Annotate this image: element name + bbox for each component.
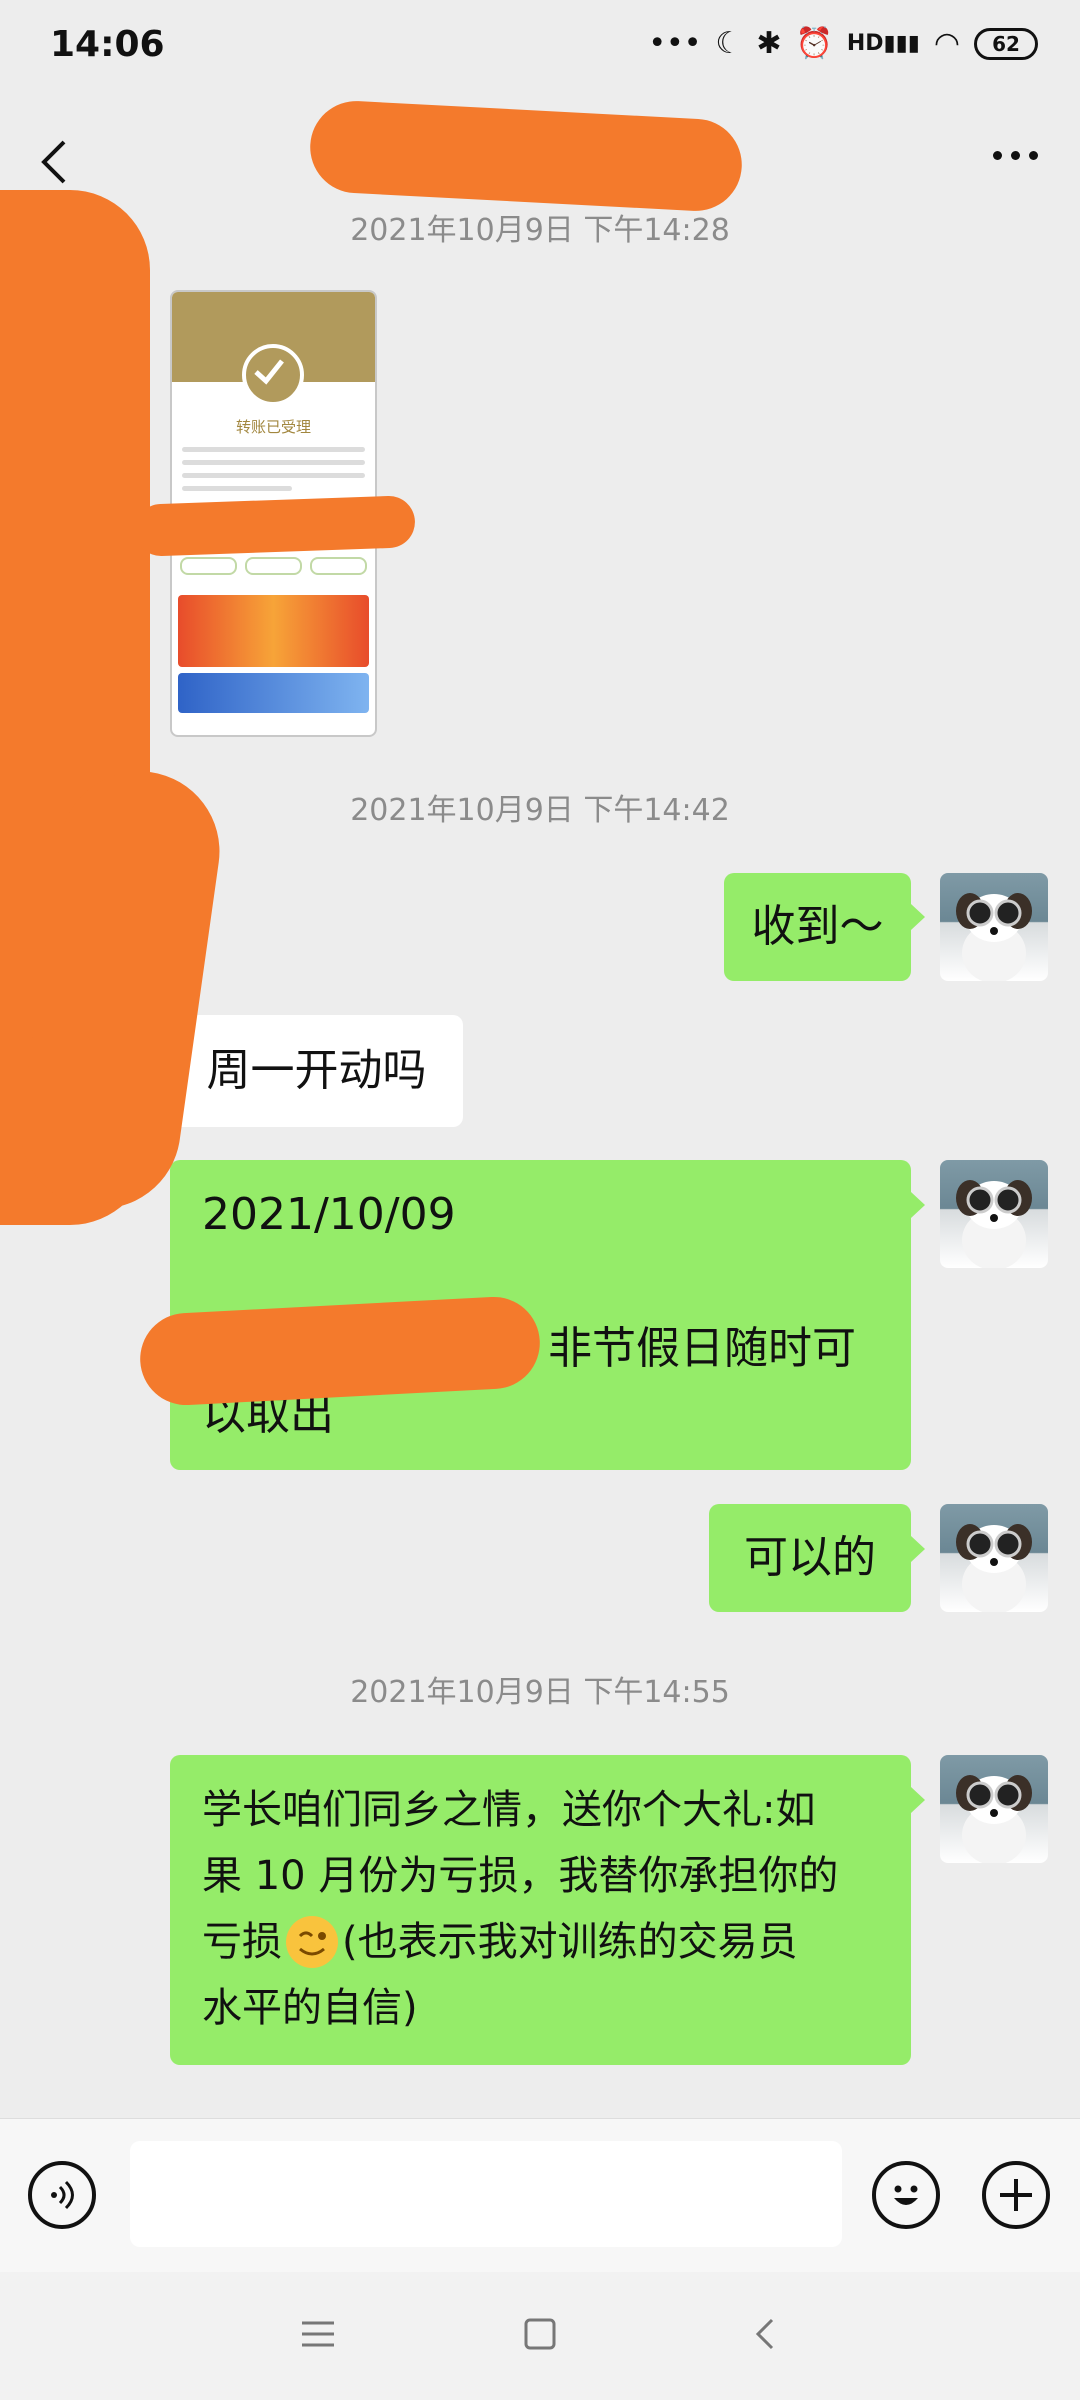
message-text: 非节假日随时可 xyxy=(548,1323,856,1374)
image-header xyxy=(172,292,375,406)
wifi-icon: ◠ xyxy=(933,26,960,61)
bubble-tail xyxy=(911,904,925,930)
avatar[interactable] xyxy=(940,1160,1048,1268)
message-input[interactable] xyxy=(130,2141,842,2247)
plus-icon[interactable] xyxy=(982,2161,1050,2229)
wink-emoji-icon xyxy=(286,1916,338,1968)
message-text: (也表示我对训练的交易员 xyxy=(342,1919,798,1965)
more-dots-icon[interactable] xyxy=(993,151,1038,160)
home-icon[interactable] xyxy=(522,2316,558,2356)
back-icon[interactable] xyxy=(748,2316,784,2356)
moon-icon: ☾ xyxy=(715,26,743,61)
image-title: 转账已受理 xyxy=(235,418,311,436)
status-bar: 14:06 ••• ☾ ✱ ⏰ HD▮▮▮ ◠ 62 xyxy=(0,0,1080,96)
image-banner xyxy=(178,595,369,667)
avatar[interactable] xyxy=(940,1504,1048,1612)
message-text-with-emoji: 亏损 (也表示我对训练的交易员 xyxy=(202,1909,798,1975)
voice-icon[interactable] xyxy=(28,2161,96,2229)
menu-icon[interactable] xyxy=(300,2316,336,2356)
message-text: 亏损 xyxy=(202,1919,282,1965)
message-bubble-sent[interactable]: 收到～ xyxy=(724,873,911,981)
checkmark-icon xyxy=(242,344,304,406)
status-icons: ••• ☾ ✱ ⏰ HD▮▮▮ ◠ 62 xyxy=(648,26,1038,61)
message-text: 2021/10/09 xyxy=(202,1189,456,1240)
avatar[interactable] xyxy=(940,1755,1048,1863)
message-text: 收到～ xyxy=(751,901,884,952)
timestamp: 2021年10月9日 下午14:55 xyxy=(350,1675,730,1710)
message-text: 可以的 xyxy=(744,1532,876,1583)
timestamp: 2021年10月9日 下午14:28 xyxy=(350,213,730,248)
message-text: 水平的自信) xyxy=(202,1985,418,2031)
image-pills xyxy=(180,557,367,575)
system-nav-bar xyxy=(0,2272,1080,2400)
bubble-tail xyxy=(911,1192,925,1218)
message-text: 果 10 月份为亏损，我替你承担你的 xyxy=(202,1853,839,1899)
battery-indicator: 62 xyxy=(974,27,1038,60)
image-banner xyxy=(178,673,369,713)
input-bar xyxy=(0,2118,1080,2273)
bubble-tail xyxy=(911,1536,925,1562)
message-text: 学长咱们同乡之情，送你个大礼:如 xyxy=(202,1787,816,1833)
status-time: 14:06 xyxy=(50,24,165,65)
image-text-lines xyxy=(182,447,365,491)
message-bubble-received[interactable]: 周一开动吗 xyxy=(170,1015,463,1127)
avatar[interactable] xyxy=(940,873,1048,981)
redaction-mark xyxy=(134,495,416,557)
message-bubble-sent[interactable]: 学长咱们同乡之情，送你个大礼:如 果 10 月份为亏损，我替你承担你的 亏损 (… xyxy=(170,1755,911,2065)
bubble-tail xyxy=(911,1787,925,1813)
hd-signal-icon: HD▮▮▮ xyxy=(846,31,920,56)
emoji-icon[interactable] xyxy=(872,2161,940,2229)
bluetooth-icon: ✱ xyxy=(756,26,782,61)
message-bubble-sent[interactable]: 可以的 xyxy=(709,1504,911,1612)
message-text: 周一开动吗 xyxy=(206,1045,427,1096)
dots-icon: ••• xyxy=(648,26,702,61)
alarm-icon: ⏰ xyxy=(795,26,833,61)
chevron-left-icon[interactable] xyxy=(28,132,88,192)
